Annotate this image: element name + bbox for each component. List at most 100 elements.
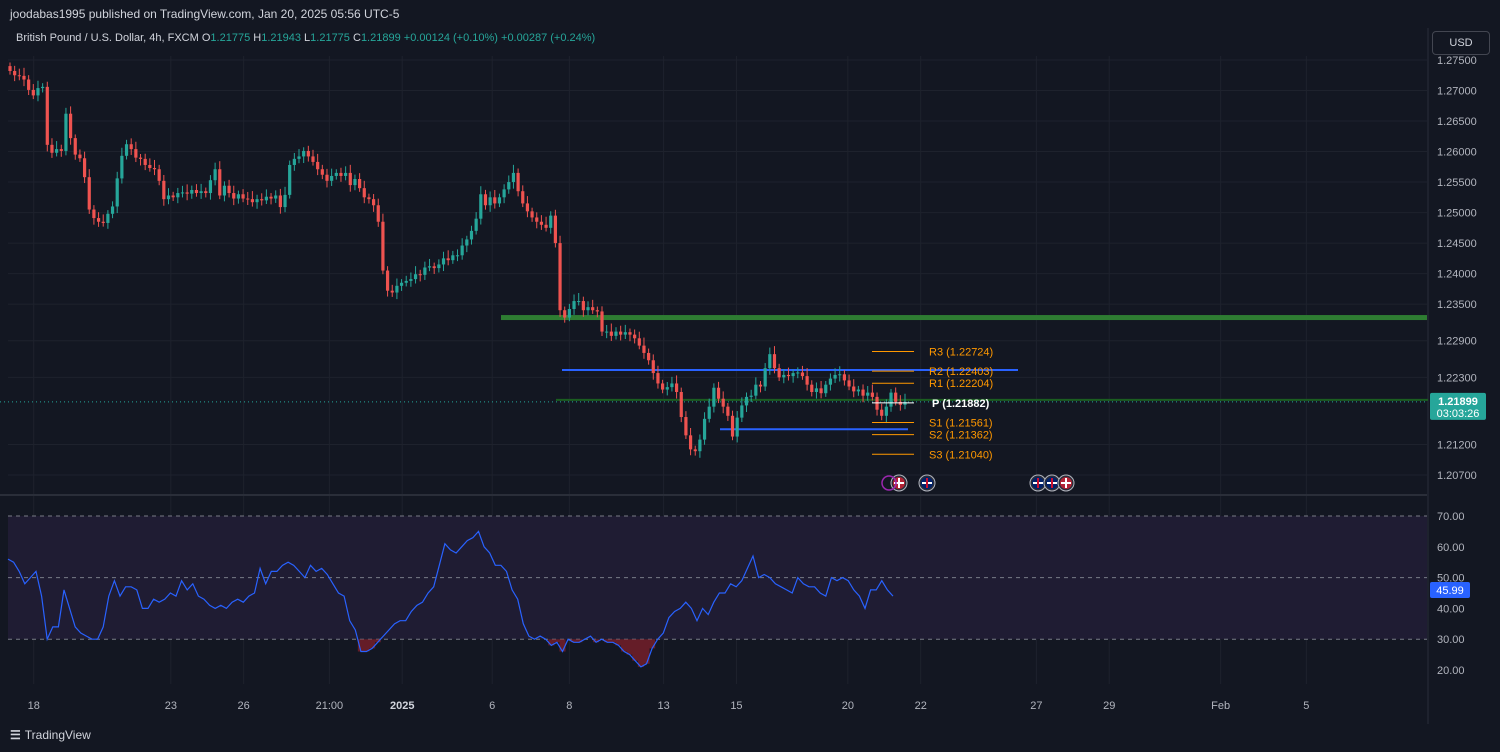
candle-body [558,243,562,311]
candle-body [623,332,627,335]
candle-body [693,449,697,452]
candle-body [283,194,287,208]
last-price-label: 1.21899 [1438,396,1478,408]
candle-body [530,211,534,218]
candle-body [511,172,516,183]
candle-body [106,213,110,223]
candle-body [311,156,315,162]
candle-body [451,255,455,261]
candle-body [460,245,464,256]
candle-body [852,386,856,392]
candle-body [371,199,376,206]
candle-body [390,290,394,293]
time-axis-tick: 21:00 [316,700,344,712]
candle-body [661,383,665,390]
candle-body [712,387,716,407]
candle-body [367,197,371,200]
candle-body [786,374,791,377]
candle-body [353,179,357,186]
candle-body [199,191,203,194]
candle-body [13,70,17,76]
candle-body [591,307,595,311]
candle-body [684,417,688,436]
candle-body [432,266,436,269]
time-axis-tick: Feb [1211,700,1230,712]
candle-body [232,193,236,199]
price-axis-tick: 1.25500 [1437,177,1477,189]
price-axis-tick: 1.25000 [1437,208,1477,220]
candle-body [483,194,488,206]
candle-body [260,199,264,201]
candle-body [190,189,194,194]
candle-body [120,155,124,179]
candle-body [810,384,814,392]
candle-body [642,345,646,353]
candle-body [227,185,231,194]
candle-body [647,352,651,361]
candle-body [535,217,539,222]
candle-body [143,158,147,165]
candle-body [31,89,35,96]
candle-body [87,177,91,210]
candle-body [465,239,469,246]
pivot-level-label: R3 (1.22724) [929,346,993,358]
candle-body [754,384,758,396]
time-axis-tick: 20 [842,700,854,712]
pivot-level-label: S1 (1.21561) [929,417,993,429]
candle-body [619,331,623,335]
candle-body [385,270,390,291]
candle-body [563,310,567,318]
candle-body [73,138,77,155]
candle-body [721,398,725,407]
candle-body [213,169,217,181]
candle-body [814,388,819,392]
candle-body [493,197,497,204]
candle-body [586,307,590,311]
rsi-axis-tick: 60.00 [1437,542,1465,554]
time-axis-tick: 13 [657,700,669,712]
candle-body [241,194,245,199]
candle-body [670,383,674,388]
candle-body [577,301,581,303]
candle-body [171,195,175,198]
candle-body [595,310,599,312]
candle-body [553,215,557,244]
tradingview-logo-text[interactable]: TradingView [25,728,91,742]
candle-body [316,161,320,170]
candle-body [292,158,296,165]
candle-body [437,264,441,269]
candle-body [306,150,310,157]
candle-body [688,435,693,450]
price-chart[interactable]: 1.27500 1.27000 1.26500 1.26000 1.25500 1.250… [0,28,1500,724]
candle-body [78,154,82,159]
time-axis-tick: 22 [915,700,927,712]
rsi-axis-tick: 30.00 [1437,634,1465,646]
candle-body [50,144,54,153]
candle-body [656,373,660,384]
candle-body [255,199,259,203]
candle-body [866,392,870,396]
candle-body [889,392,893,407]
price-axis-tick: 1.21200 [1437,439,1477,451]
candle-body [288,164,292,195]
candle-body [861,389,865,396]
price-axis-tick: 1.26500 [1437,116,1477,128]
candle-body [609,331,613,336]
candle-body [782,374,786,378]
candle-body [409,279,413,281]
candle-body [45,86,49,145]
candle-body [22,75,26,80]
price-axis-tick: 1.22300 [1437,372,1477,384]
candle-body [856,389,860,392]
candle-body [194,189,199,194]
candle-body [740,405,744,418]
candle-body [101,221,105,223]
candle-body [516,172,520,192]
candle-body [847,380,851,387]
candle-body [124,144,129,156]
candle-body [297,156,301,159]
price-axis-tick: 1.24000 [1437,269,1477,281]
rsi-value-label: 45.99 [1436,585,1464,597]
candle-body [605,331,609,333]
candle-body [68,113,73,139]
